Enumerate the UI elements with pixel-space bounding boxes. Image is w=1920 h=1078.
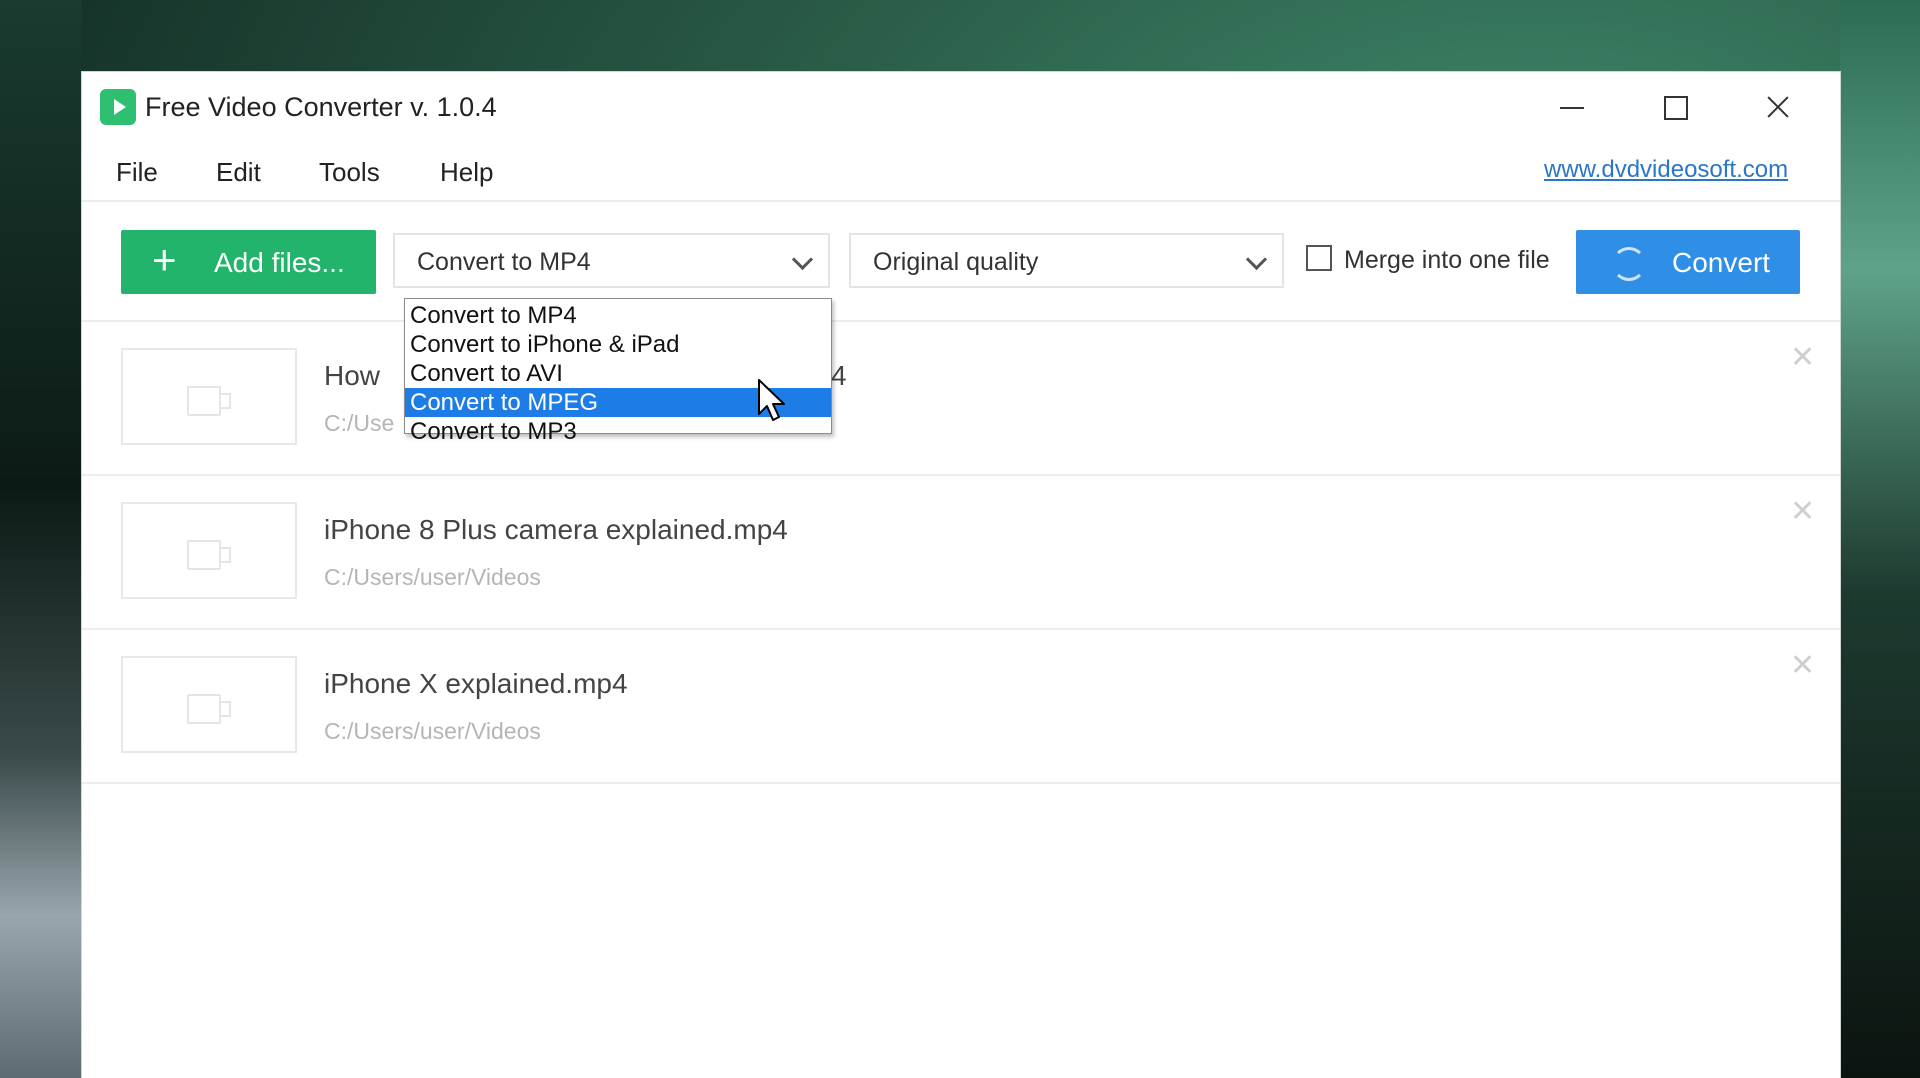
file-name-tail: 4 — [831, 360, 847, 391]
menu-help[interactable]: Help — [440, 157, 493, 188]
minimize-button[interactable] — [1542, 84, 1602, 130]
dropdown-option[interactable]: Convert to iPhone & iPad — [405, 330, 831, 359]
file-row[interactable]: iPhone 8 Plus camera explained.mp4 C:/Us… — [82, 476, 1840, 630]
file-row[interactable]: iPhone X explained.mp4 C:/Users/user/Vid… — [82, 630, 1840, 784]
merge-label[interactable]: Merge into one file — [1344, 246, 1550, 275]
format-select-value: Convert to MP4 — [417, 248, 591, 276]
quality-select-value: Original quality — [873, 248, 1039, 276]
plus-icon: + — [152, 236, 177, 283]
video-thumbnail — [121, 656, 297, 753]
chevron-down-icon — [1245, 248, 1268, 271]
file-path: C:/Use — [324, 410, 395, 436]
video-thumbnail — [121, 348, 297, 445]
menu-tools[interactable]: Tools — [319, 157, 380, 188]
video-camera-icon — [187, 386, 231, 416]
website-link[interactable]: www.dvdvideosoft.com — [1544, 156, 1788, 184]
app-window: Free Video Converter v. 1.0.4 File Edit … — [82, 72, 1840, 1078]
title-bar: Free Video Converter v. 1.0.4 — [82, 72, 1840, 142]
menu-file[interactable]: File — [116, 157, 158, 188]
video-thumbnail — [121, 502, 297, 599]
add-files-button[interactable]: + Add files... — [121, 230, 376, 294]
menu-divider — [82, 200, 1840, 202]
quality-select[interactable]: Original quality — [849, 233, 1284, 288]
desktop-background-right — [1840, 0, 1920, 1078]
remove-file-icon[interactable]: ✕ — [1790, 340, 1815, 375]
file-row[interactable]: How 4 C:/Use ✕ — [82, 322, 1840, 476]
dropdown-option[interactable]: Convert to MP4 — [405, 301, 831, 330]
close-button[interactable] — [1748, 84, 1808, 130]
refresh-icon — [1612, 247, 1646, 281]
window-title: Free Video Converter v. 1.0.4 — [145, 92, 497, 122]
mouse-cursor-icon — [757, 378, 787, 422]
chevron-down-icon — [791, 248, 814, 271]
app-logo-icon — [100, 89, 136, 125]
video-camera-icon — [187, 540, 231, 570]
remove-file-icon[interactable]: ✕ — [1790, 648, 1815, 683]
video-camera-icon — [187, 694, 231, 724]
convert-label: Convert — [1672, 247, 1771, 278]
maximize-button[interactable] — [1645, 84, 1705, 130]
add-files-label: Add files... — [214, 247, 345, 278]
file-name: How — [324, 360, 381, 391]
row-divider — [82, 782, 1840, 784]
format-select[interactable]: Convert to MP4 — [393, 233, 830, 288]
file-name: iPhone 8 Plus camera explained.mp4 — [324, 514, 788, 545]
menu-edit[interactable]: Edit — [216, 157, 261, 188]
desktop-background-left — [0, 0, 82, 1078]
merge-checkbox[interactable] — [1306, 245, 1332, 271]
file-path: C:/Users/user/Videos — [324, 564, 541, 590]
convert-button[interactable]: Convert — [1576, 230, 1800, 294]
remove-file-icon[interactable]: ✕ — [1790, 494, 1815, 529]
file-name: iPhone X explained.mp4 — [324, 668, 628, 699]
file-path: C:/Users/user/Videos — [324, 718, 541, 744]
